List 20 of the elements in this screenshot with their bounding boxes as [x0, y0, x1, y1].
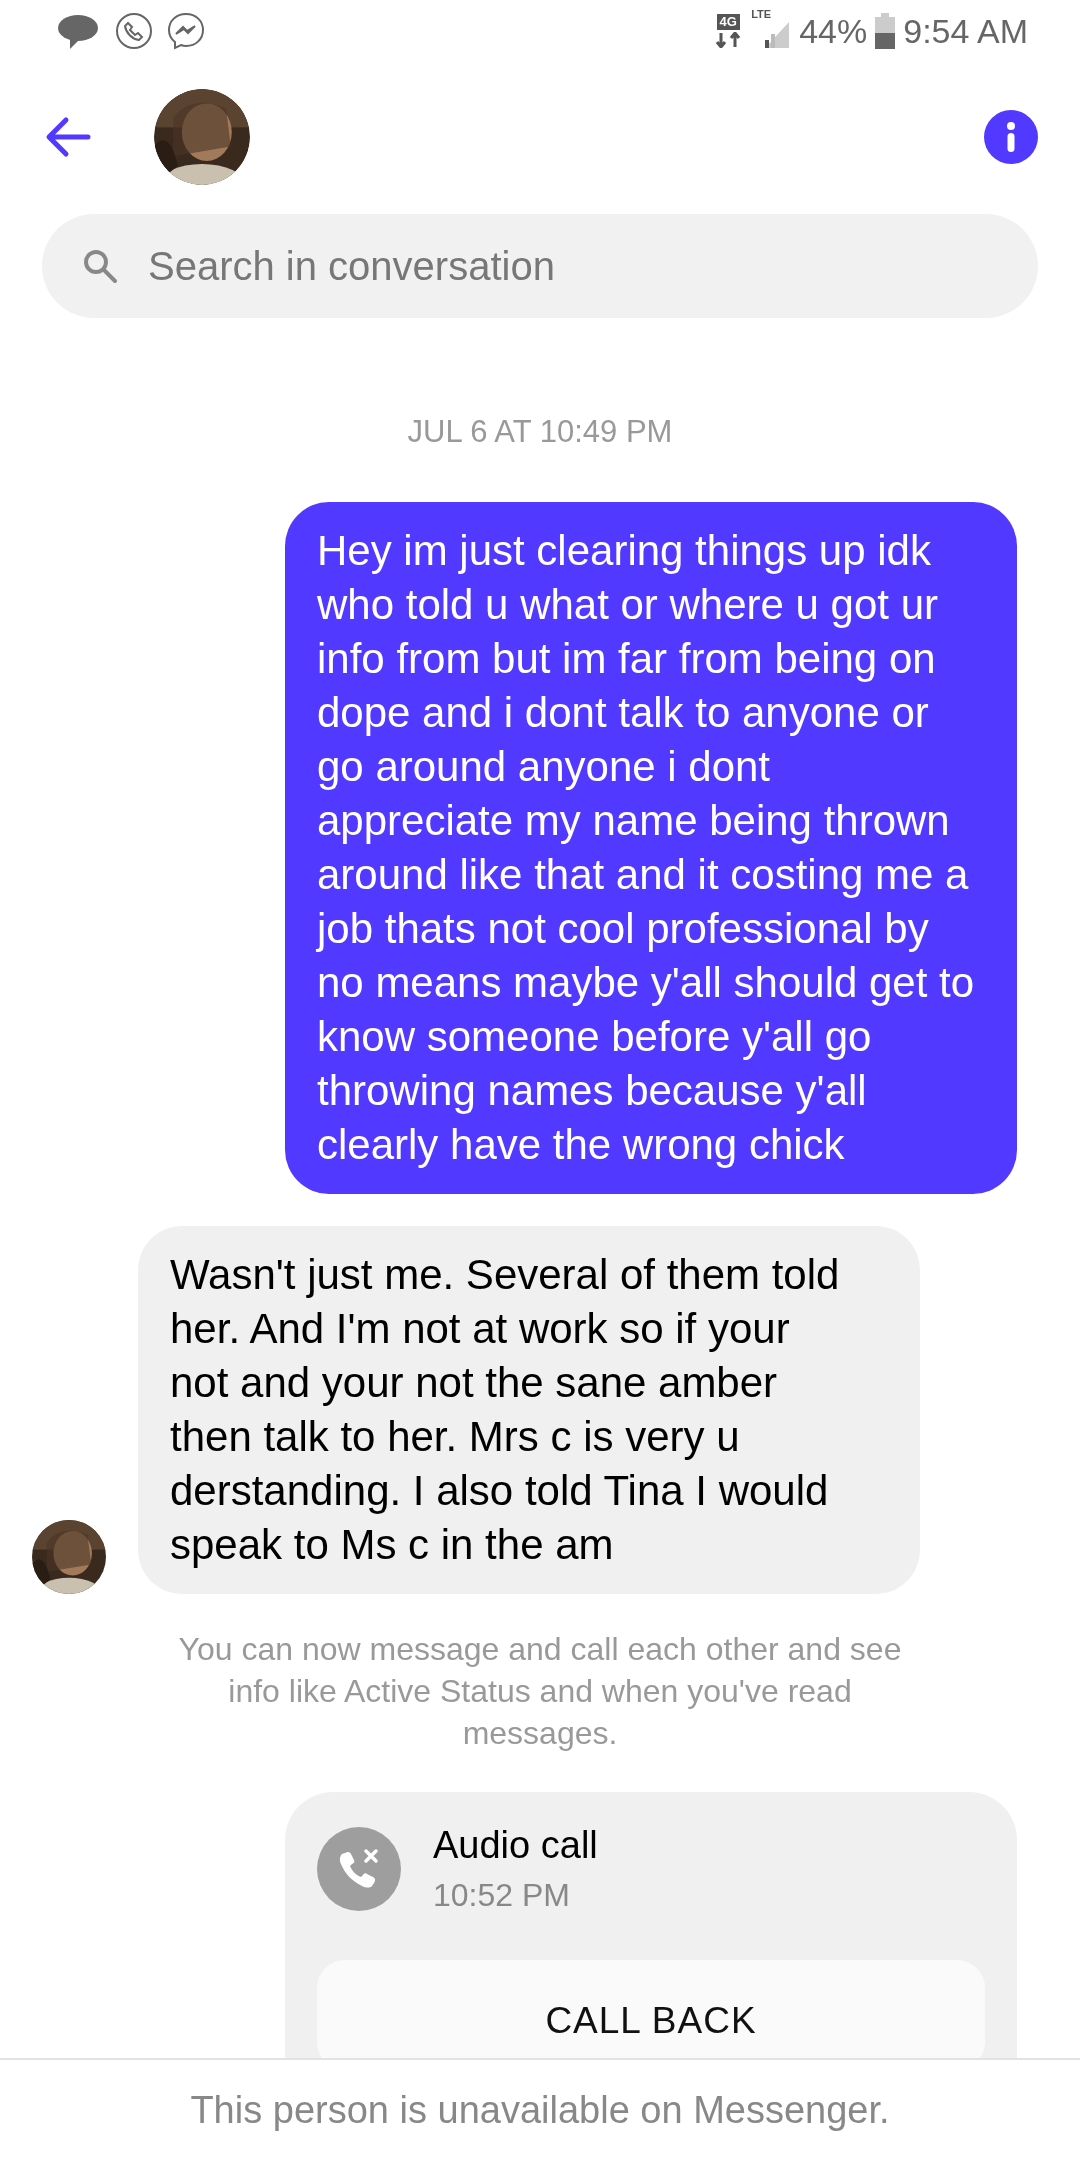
call-title: Audio call — [433, 1824, 598, 1867]
sent-message: Hey im just clearing things up idk who told u what or where u got ur info from but im far from being on dope and i dont talk to anyone or go around anyone i dont appreciate my name being thrown around like that and it costing me a job thats not cool professional by no means maybe y'all should get to know someone before y'all go throwing names because y'all clearly have the wrong chick — [285, 502, 1017, 1194]
unavailable-notice: This person is unavailable on Messenger. — [190, 2088, 890, 2132]
missed-call-icon — [317, 1827, 401, 1911]
search-icon — [82, 248, 118, 284]
call-back-button[interactable]: CALL BACK — [317, 1960, 985, 2058]
info-button[interactable] — [984, 110, 1038, 164]
messenger-icon — [166, 11, 206, 51]
clock-time: 9:54 AM — [903, 11, 1028, 51]
search-input[interactable]: Search in conversation — [146, 242, 998, 290]
phone-icon — [114, 11, 154, 51]
battery-icon — [875, 13, 896, 49]
timestamp: JUL 6 AT 10:49 PM — [406, 414, 674, 450]
search-field[interactable]: Search in conversation — [42, 214, 1038, 318]
lte-label: LTE — [751, 8, 772, 20]
network-label: 4G — [716, 14, 740, 30]
call-time: 10:52 PM — [433, 1877, 571, 1914]
battery-percent: 44% — [799, 11, 868, 51]
system-notice: You can now message and call each other and see info like Active Status and when you've read messages. — [177, 1630, 903, 1753]
received-message: Wasn't just me. Several of them told her. And I'm not at work so if your not and your not the sane amber then talk to her. Mrs c is very u derstanding. I also told Tina I would speak to Ms c in the am — [138, 1226, 920, 1594]
